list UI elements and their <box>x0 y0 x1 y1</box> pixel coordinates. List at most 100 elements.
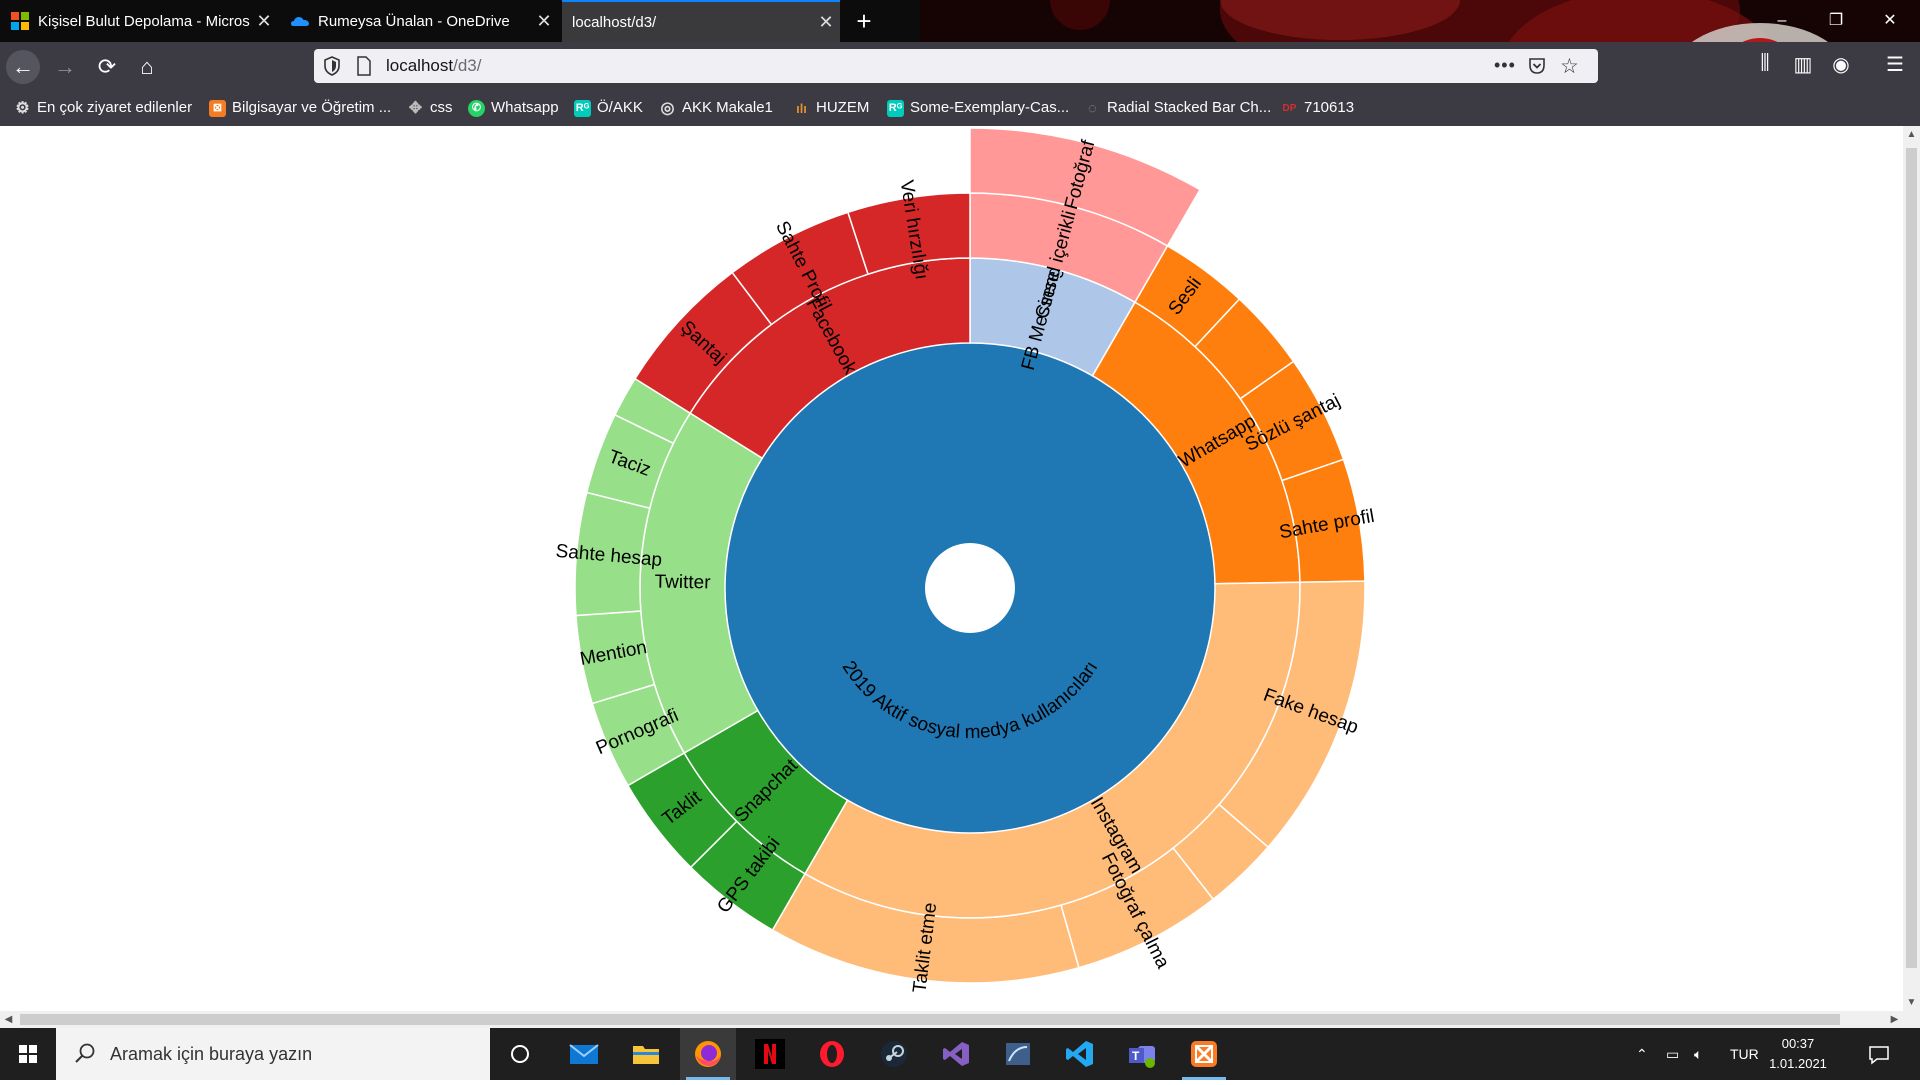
steam-icon <box>881 1041 907 1067</box>
close-tab-icon[interactable]: ✕ <box>250 11 278 32</box>
visual-studio-icon <box>943 1042 969 1066</box>
opera-icon <box>820 1041 844 1067</box>
scroll-down-icon[interactable]: ▼ <box>1903 994 1920 1011</box>
xampp-button[interactable] <box>1176 1028 1232 1080</box>
horizontal-scrollbar[interactable]: ◀ ▶ <box>0 1011 1903 1028</box>
xampp-icon <box>1191 1041 1217 1067</box>
reload-button[interactable]: ⟳ <box>90 50 124 84</box>
bookmark-most-visited[interactable]: ⚙ En çok ziyaret edilenler <box>14 90 192 126</box>
netflix-button[interactable] <box>742 1028 798 1080</box>
file-explorer-icon <box>633 1046 659 1064</box>
sql-server-icon <box>1006 1043 1030 1065</box>
bookmark-oakk[interactable]: Rᴳ Ö/AKK <box>574 90 643 126</box>
vertical-scrollbar[interactable]: ▲ ▼ <box>1903 126 1920 1011</box>
scroll-up-icon[interactable]: ▲ <box>1903 126 1920 143</box>
tab-onedrive-profile[interactable]: Rumeysa Ünalan - OneDrive ✕ <box>280 0 558 42</box>
minimize-button[interactable]: – <box>1754 0 1810 42</box>
page-info-icon[interactable] <box>356 56 372 76</box>
sidebar-icon[interactable]: ▥ <box>1788 52 1818 77</box>
bookmarks-toolbar: ⚙ En çok ziyaret edilenler ⊠ Bilgisayar ve… <box>0 90 1920 126</box>
teams-button[interactable]: T <box>1114 1028 1170 1080</box>
forward-button[interactable]: → <box>48 50 82 84</box>
windows-taskbar: Aramak için buraya yazın T ⌃ ▭ 🔈︎ TUR 00… <box>0 1028 1920 1080</box>
bookmark-star-icon[interactable]: ☆ <box>1560 54 1579 79</box>
tracking-shield-icon[interactable] <box>324 56 340 76</box>
close-tab-icon[interactable]: ✕ <box>530 11 558 32</box>
sunburst-root-segment[interactable] <box>724 342 1216 834</box>
sunburst-chart: 2019 Aktif sosyal medya kullanıcılarıFB … <box>555 127 1376 994</box>
battery-icon[interactable]: ▭ <box>1666 1028 1679 1080</box>
notifications-icon[interactable] <box>1868 1028 1890 1080</box>
clock-time: 00:37 <box>1781 1036 1815 1051</box>
bookmark-css[interactable]: ✥ css <box>407 90 453 126</box>
sql-server-button[interactable] <box>990 1028 1046 1080</box>
start-button[interactable] <box>0 1028 56 1080</box>
tab-title: Kişisel Bulut Depolama - Microsoft <box>38 12 250 30</box>
tab-localhost-d3[interactable]: localhost/d3/ ✕ <box>562 0 840 42</box>
task-view-button[interactable] <box>492 1028 548 1080</box>
vscode-button[interactable] <box>1052 1028 1108 1080</box>
maximize-button[interactable]: ❐ <box>1808 0 1864 42</box>
observable-icon: ◌ <box>1088 99 1097 117</box>
researchgate-icon: Rᴳ <box>574 99 591 117</box>
globe-icon: ◎ <box>660 99 675 117</box>
vertical-scroll-thumb[interactable] <box>1906 148 1917 968</box>
opera-button[interactable] <box>804 1028 860 1080</box>
notification-bubble-icon <box>1869 1046 1889 1065</box>
task-view-icon <box>511 1045 529 1063</box>
tab-title: localhost/d3/ <box>572 13 657 31</box>
navigation-toolbar: ← → ⟳ ⌂ localhost/d3/ ••• ☆ ⫼ ▥ ◉ ☰ <box>0 42 1920 90</box>
pocket-icon[interactable] <box>1528 57 1546 75</box>
bookmark-akk-makale[interactable]: ◎ AKK Makale1 <box>659 90 773 126</box>
svg-text:T: T <box>1132 1049 1140 1063</box>
address-bar[interactable]: localhost/d3/ ••• ☆ <box>314 49 1598 83</box>
dp-icon: DP <box>1282 102 1297 114</box>
bookmark-radial-stacked[interactable]: ◌ Radial Stacked Bar Ch... <box>1084 90 1271 126</box>
file-explorer-button[interactable] <box>618 1028 674 1080</box>
scroll-left-icon[interactable]: ◀ <box>0 1011 17 1028</box>
volume-icon[interactable]: 🔈︎ <box>1694 1028 1702 1080</box>
horizontal-scroll-thumb[interactable] <box>20 1014 1840 1025</box>
sunburst-label-twitter: Twitter <box>654 572 711 594</box>
account-icon[interactable]: ◉ <box>1826 52 1856 77</box>
page-actions-icon[interactable]: ••• <box>1494 49 1516 81</box>
close-window-button[interactable]: ✕ <box>1862 0 1918 42</box>
steam-button[interactable] <box>866 1028 922 1080</box>
url-text[interactable]: localhost/d3/ <box>386 49 481 83</box>
whatsapp-icon: ✆ <box>468 99 485 117</box>
firefox-icon <box>695 1041 721 1067</box>
netflix-icon <box>755 1039 785 1069</box>
xampp-icon: ⊠ <box>209 99 226 117</box>
tab-microsoft-onedrive[interactable]: Kişisel Bulut Depolama - Microsoft ✕ <box>0 0 278 42</box>
windows-logo-icon <box>19 1045 37 1063</box>
teams-icon: T <box>1129 1046 1155 1068</box>
language-indicator[interactable]: TUR <box>1730 1028 1759 1080</box>
show-hidden-icons-icon[interactable]: ⌃ <box>1636 1028 1648 1080</box>
clock[interactable]: 00:37 1.01.2021 <box>1758 1034 1838 1074</box>
url-host: localhost <box>386 56 454 75</box>
library-icon[interactable]: ⫼ <box>1750 52 1780 75</box>
bookmark-whatsapp[interactable]: ✆ Whatsapp <box>468 90 559 126</box>
scrollbar-corner <box>1903 1011 1920 1028</box>
vscode-icon <box>1066 1041 1093 1067</box>
bookmark-710613[interactable]: DP 710613 <box>1281 90 1355 126</box>
bookmark-some-exemplary[interactable]: Rᴳ Some-Exemplary-Cas... <box>887 90 1069 126</box>
page-content: 2019 Aktif sosyal medya kullanıcıları FB … <box>0 126 1903 1011</box>
bookmark-huzem[interactable]: ılı HUZEM <box>793 90 869 126</box>
scroll-right-icon[interactable]: ▶ <box>1886 1011 1903 1028</box>
bookmark-bilgisayar[interactable]: ⊠ Bilgisayar ve Öğretim ... <box>209 90 391 126</box>
mail-app-button[interactable] <box>556 1028 612 1080</box>
new-tab-button[interactable]: + <box>848 6 880 36</box>
visual-studio-button[interactable] <box>928 1028 984 1080</box>
taskbar-search-box[interactable]: Aramak için buraya yazın <box>56 1028 490 1080</box>
puzzle-icon: ✥ <box>408 99 423 117</box>
microsoft-logo-icon <box>11 12 29 30</box>
hamburger-menu-icon[interactable]: ☰ <box>1880 52 1910 77</box>
search-placeholder: Aramak için buraya yazın <box>110 1044 313 1064</box>
browser-window: Kişisel Bulut Depolama - Microsoft ✕ Rum… <box>0 0 1920 1080</box>
tab-title: Rumeysa Ünalan - OneDrive <box>318 12 510 30</box>
back-button[interactable]: ← <box>6 50 40 84</box>
firefox-button[interactable] <box>680 1028 736 1080</box>
close-tab-icon[interactable]: ✕ <box>812 12 840 33</box>
home-button[interactable]: ⌂ <box>130 50 164 84</box>
